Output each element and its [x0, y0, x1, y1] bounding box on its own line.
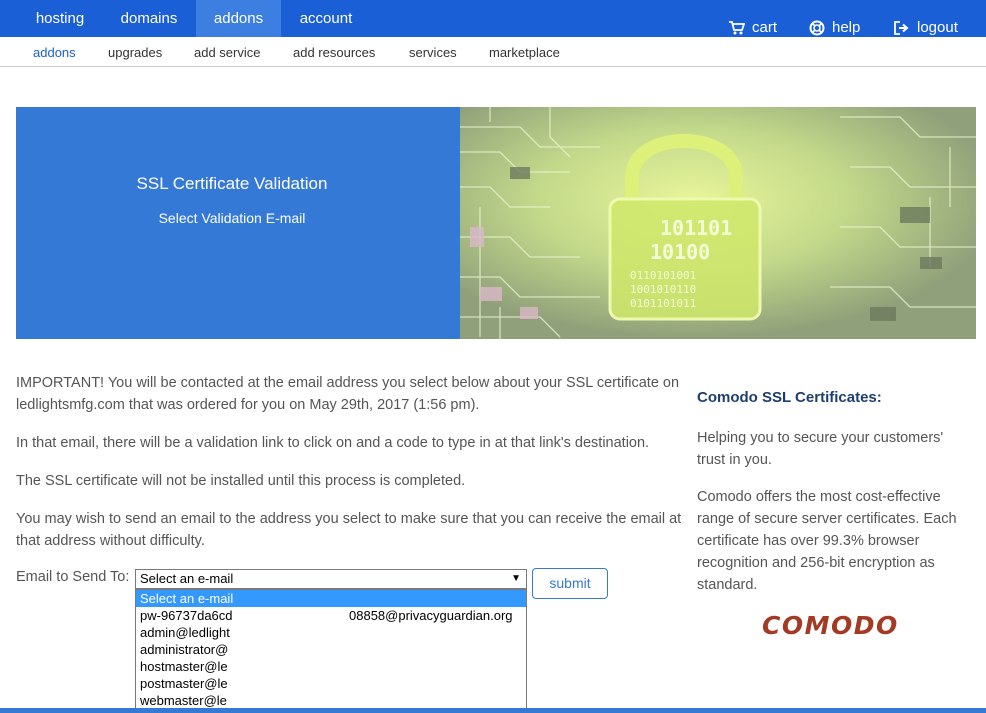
cart-link[interactable]: cart — [729, 19, 777, 37]
email-options-list: Select an e-mail pw-96737da6cd 08858@priv… — [135, 589, 527, 713]
tab-domains[interactable]: domains — [102, 0, 196, 37]
svg-text:0101101011: 0101101011 — [630, 297, 696, 310]
subnav-add-resources[interactable]: add resources — [293, 37, 375, 67]
email-to-send-label: Email to Send To: — [16, 569, 130, 585]
email-option[interactable]: administrator@ — [136, 641, 526, 658]
email-select[interactable]: Select an e-mail ▼ — [135, 569, 527, 589]
hero-banner: SSL Certificate Validation Select Valida… — [16, 107, 460, 339]
validation-link-info: In that email, there will be a validatio… — [16, 435, 650, 451]
email-option[interactable]: admin@ledlight — [136, 624, 526, 641]
submit-button[interactable]: submit — [532, 568, 608, 599]
email-option[interactable]: Select an e-mail — [136, 590, 526, 607]
subnav-addons[interactable]: addons — [33, 37, 76, 67]
cart-label: cart — [752, 19, 778, 36]
help-label: help — [832, 19, 861, 36]
important-notice: IMPORTANT! You will be contacted at the … — [16, 375, 680, 413]
logout-label: logout — [917, 19, 958, 36]
logout-link[interactable]: logout — [894, 19, 958, 37]
hero-title: SSL Certificate Validation — [136, 174, 328, 193]
logout-icon — [894, 21, 909, 35]
svg-text:0110101001: 0110101001 — [630, 269, 696, 282]
svg-text:10100: 10100 — [650, 240, 710, 264]
hero-padlock-image: 101101 10100 0110101001 1001010110 01011… — [460, 107, 976, 339]
subnav-services[interactable]: services — [409, 37, 457, 67]
svg-text:1001010110: 1001010110 — [630, 283, 696, 296]
hero-subtitle: Select Validation E-mail — [158, 210, 306, 226]
cart-icon — [729, 21, 745, 35]
sidebar-intro: Helping you to secure your customers' tr… — [697, 430, 944, 468]
sidebar-description: Comodo offers the most cost-effective ra… — [697, 489, 957, 593]
comodo-logo: COMODO — [762, 610, 908, 645]
test-email-advice: You may wish to send an email to the add… — [16, 511, 682, 549]
svg-text:COMODO: COMODO — [762, 611, 899, 640]
tab-hosting[interactable]: hosting — [18, 0, 102, 37]
lifebuoy-icon — [809, 20, 825, 36]
installation-info: The SSL certificate will not be installe… — [16, 473, 466, 489]
tab-account[interactable]: account — [281, 0, 371, 37]
help-link[interactable]: help — [809, 19, 860, 37]
email-option[interactable]: hostmaster@le — [136, 658, 526, 675]
footer-bar — [0, 708, 986, 713]
dropdown-arrow-icon: ▼ — [511, 573, 521, 584]
email-option[interactable]: postmaster@le — [136, 675, 526, 692]
tab-addons[interactable]: addons — [196, 0, 281, 37]
subnav-upgrades[interactable]: upgrades — [108, 37, 162, 67]
subnav-add-service[interactable]: add service — [194, 37, 260, 67]
email-select-value: Select an e-mail — [140, 571, 234, 586]
email-option[interactable]: pw-96737da6cd 08858@privacyguardian.org — [136, 607, 526, 624]
svg-text:101101: 101101 — [660, 216, 732, 240]
sidebar-title: Comodo SSL Certificates: — [697, 389, 882, 406]
email-option[interactable]: webmaster@le — [136, 692, 526, 709]
top-navigation: hosting domains addons account cart help… — [0, 0, 986, 37]
sub-navigation: addons upgrades add service add resource… — [0, 37, 986, 67]
subnav-marketplace[interactable]: marketplace — [489, 37, 560, 67]
